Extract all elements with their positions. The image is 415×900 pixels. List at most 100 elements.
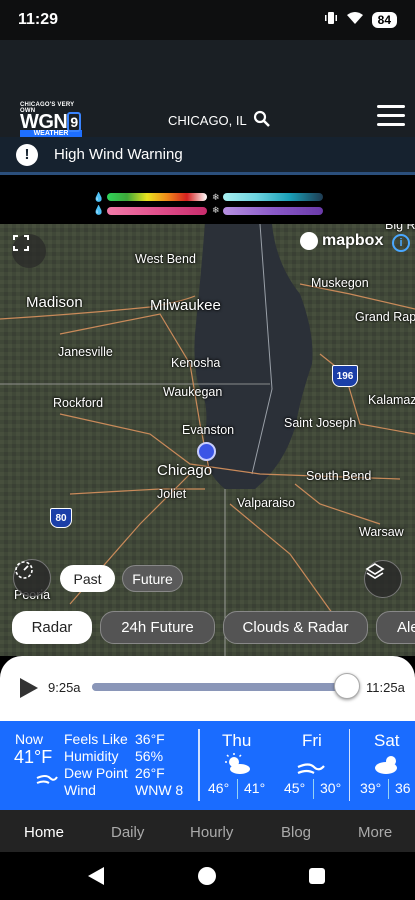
city-label: Grand Rap xyxy=(355,310,415,324)
back-icon[interactable] xyxy=(88,867,104,885)
city-label: Big Ra xyxy=(385,224,415,232)
system-nav-bar xyxy=(0,852,415,900)
alert-text: High Wind Warning xyxy=(54,146,183,163)
forecast-high: 46° xyxy=(208,780,230,796)
radar-legend: 💧 ❄ 💧 ❄ xyxy=(0,181,415,224)
tab-alerts[interactable]: Ale xyxy=(376,611,415,644)
city-label: Evanston xyxy=(182,423,235,437)
radar-map[interactable]: Big Ra West Bend Muskegon Madison Milwau… xyxy=(0,224,415,656)
divider xyxy=(237,779,238,799)
forecast-low: 36 xyxy=(395,780,411,796)
current-location-marker xyxy=(197,442,216,461)
city-label: West Bend xyxy=(135,252,196,266)
dew-point-label: Dew Point xyxy=(64,765,128,781)
wind-value: WNW 8 xyxy=(135,782,184,798)
rain-scale xyxy=(107,193,207,201)
feels-like-value: 36°F xyxy=(135,731,165,747)
partly-sunny-icon xyxy=(223,753,251,781)
ice-scale xyxy=(223,207,323,215)
city-label: South Bend xyxy=(306,469,372,483)
city-label: Kalamaz xyxy=(368,393,415,407)
start-time: 9:25a xyxy=(48,680,81,695)
city-label: Janesville xyxy=(58,345,113,359)
forecast-day: Thu xyxy=(222,731,252,750)
recents-icon[interactable] xyxy=(309,868,325,884)
status-time: 11:29 xyxy=(18,11,59,28)
city-label: Valparaiso xyxy=(237,496,296,510)
timeline-handle[interactable] xyxy=(334,673,360,699)
city-label: Chicago xyxy=(157,462,213,479)
nav-home[interactable]: Home xyxy=(24,824,64,841)
animation-speed-icon[interactable] xyxy=(13,559,51,597)
mapbox-logo: mapbox xyxy=(300,232,383,250)
forecast-high: 45° xyxy=(284,780,306,796)
mix-scale xyxy=(107,207,207,215)
vibrate-icon xyxy=(324,11,338,30)
city-label: Kenosha xyxy=(171,356,221,370)
past-toggle-button[interactable]: Past xyxy=(60,565,115,592)
end-time: 11:25a xyxy=(366,680,405,695)
now-label: Now xyxy=(15,731,44,747)
snow-scale xyxy=(223,193,323,201)
forecast-low: 41° xyxy=(244,780,266,796)
city-label: Joliet xyxy=(157,487,187,501)
rain-icon: 💧 xyxy=(93,192,105,202)
location-selector[interactable]: CHICAGO, IL xyxy=(168,110,271,131)
wifi-icon xyxy=(346,11,364,30)
feels-like-label: Feels Like xyxy=(64,731,128,747)
divider xyxy=(388,779,389,799)
location-label: CHICAGO, IL xyxy=(168,113,247,128)
city-label: Muskegon xyxy=(311,276,369,290)
timeline-slider[interactable] xyxy=(92,683,350,691)
city-label: Rockford xyxy=(53,396,104,410)
divider xyxy=(313,779,314,799)
interstate-196-shield: 196 xyxy=(332,365,358,387)
nav-more[interactable]: More xyxy=(358,824,392,841)
snow-icon: ❄ xyxy=(212,192,220,202)
layers-icon[interactable] xyxy=(364,560,402,598)
conditions-strip[interactable]: Now 41°F Feels Like 36°F Humidity 56% De… xyxy=(0,721,415,810)
city-label: Madison xyxy=(26,294,83,311)
weather-alert-banner[interactable]: ! High Wind Warning xyxy=(0,137,415,175)
city-label: Waukegan xyxy=(163,385,223,399)
wgn-logo[interactable]: CHICAGO'S VERY OWN WGN 9 WEATHER xyxy=(20,102,82,138)
alert-icon: ! xyxy=(16,143,38,166)
hamburger-menu-icon[interactable] xyxy=(377,105,405,127)
search-icon xyxy=(253,110,271,131)
nav-blog[interactable]: Blog xyxy=(281,824,311,841)
dew-point-value: 26°F xyxy=(135,765,165,781)
info-icon[interactable]: i xyxy=(392,234,410,252)
forecast-day: Sat xyxy=(374,731,400,750)
divider xyxy=(349,729,350,801)
forecast-day: Fri xyxy=(302,731,322,750)
humidity-label: Humidity xyxy=(64,748,119,764)
fullscreen-icon[interactable] xyxy=(12,234,46,268)
partly-cloudy-icon xyxy=(373,753,403,781)
home-icon[interactable] xyxy=(198,867,216,885)
wind-icon xyxy=(36,771,58,792)
forecast-high: 39° xyxy=(360,780,382,796)
radar-playback-bar: 9:25a 11:25a xyxy=(0,656,415,721)
play-icon[interactable] xyxy=(20,678,38,698)
battery-icon: 84 xyxy=(371,12,397,28)
future-toggle-button[interactable]: Future xyxy=(122,565,183,592)
city-label: Milwaukee xyxy=(150,297,221,314)
wind-label: Wind xyxy=(64,782,96,798)
mix-icon: 💧 xyxy=(93,205,105,215)
current-temp: 41°F xyxy=(14,747,53,767)
nav-hourly[interactable]: Hourly xyxy=(190,824,233,841)
app-header: CHICAGO'S VERY OWN WGN 9 WEATHER CHICAGO,… xyxy=(0,40,415,138)
divider xyxy=(198,729,200,801)
forecast-low: 30° xyxy=(320,780,342,796)
timeline-progress xyxy=(92,683,345,691)
tab-24h-future[interactable]: 24h Future xyxy=(100,611,215,644)
bottom-nav: Home Daily Hourly Blog More xyxy=(0,810,415,852)
city-label: Saint Joseph xyxy=(284,416,357,430)
nav-daily[interactable]: Daily xyxy=(111,824,144,841)
tab-radar[interactable]: Radar xyxy=(12,611,92,644)
city-label: Warsaw xyxy=(359,525,404,539)
interstate-80-shield: 80 xyxy=(50,508,72,528)
ice-icon: ❄ xyxy=(212,205,220,215)
tab-clouds-radar[interactable]: Clouds & Radar xyxy=(223,611,368,644)
status-icons: 84 xyxy=(324,11,397,30)
